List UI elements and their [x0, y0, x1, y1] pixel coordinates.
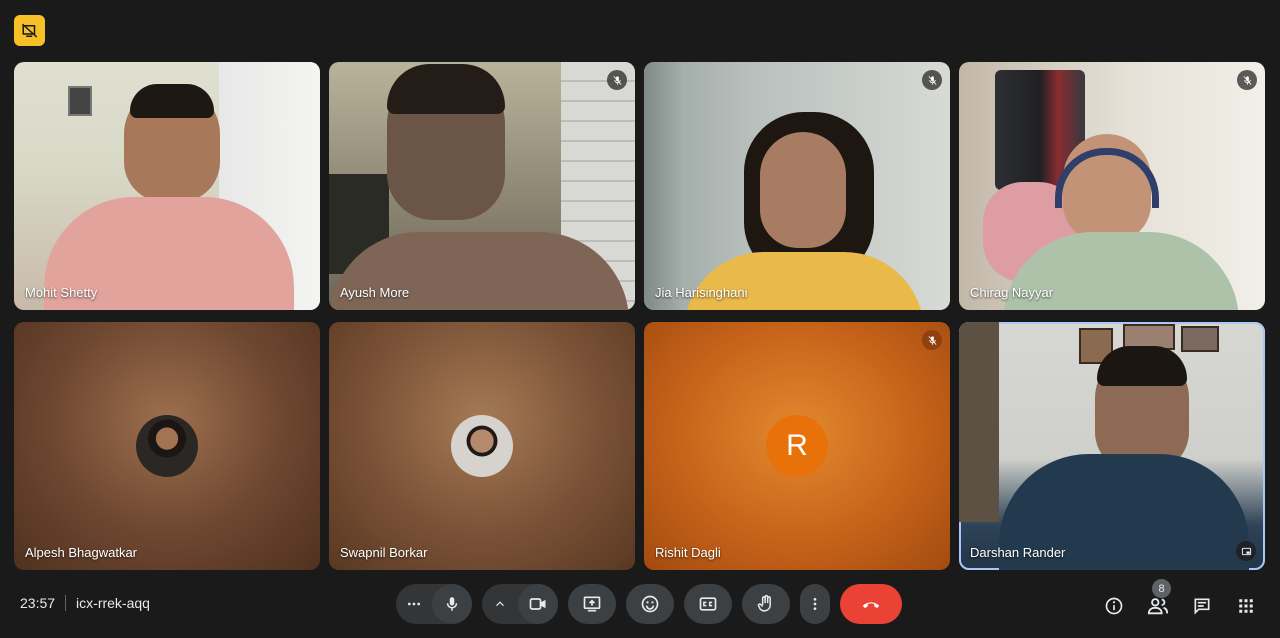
participant-grid: Mohit Shetty Ayush More Jia Harisinghani — [14, 62, 1266, 570]
picture-in-picture-icon[interactable] — [1236, 541, 1256, 561]
person-hair — [130, 84, 214, 118]
participant-name: Rishit Dagli — [655, 545, 721, 560]
participant-tile[interactable]: Ayush More — [329, 62, 635, 310]
chevron-up-icon[interactable] — [482, 584, 518, 624]
camera-icon[interactable] — [518, 584, 558, 624]
divider — [65, 595, 67, 611]
people-icon[interactable]: 8 — [1146, 579, 1171, 618]
activities-icon[interactable] — [1234, 594, 1258, 618]
wall-frame — [68, 86, 92, 116]
wall-frame — [1181, 326, 1219, 352]
meeting-code: icx-rrek-aqq — [76, 595, 150, 611]
mic-off-icon — [607, 70, 627, 90]
clock-time: 23:57 — [20, 595, 56, 611]
mic-off-icon — [922, 330, 942, 350]
participant-tile[interactable]: Chirag Nayyar — [959, 62, 1265, 310]
wall-panel — [644, 62, 686, 310]
chat-icon[interactable] — [1190, 594, 1214, 618]
hand-icon[interactable] — [742, 584, 790, 624]
captions-icon[interactable] — [684, 584, 732, 624]
participant-name: Ayush More — [340, 285, 410, 300]
vertical-more-icon[interactable] — [800, 584, 830, 624]
person-hair — [387, 64, 505, 114]
avatar-initial: R — [766, 415, 828, 477]
participant-name: Swapnil Borkar — [340, 545, 428, 560]
end-call-icon[interactable] — [840, 584, 902, 624]
microphone-icon[interactable] — [432, 584, 472, 624]
participant-tile[interactable]: Darshan Rander — [959, 322, 1265, 570]
mic-off-icon — [922, 70, 942, 90]
call-controls — [396, 584, 902, 624]
mic-off-icon — [1237, 70, 1257, 90]
avatar — [451, 415, 513, 477]
person-hair — [1097, 346, 1187, 386]
present-screen-icon[interactable] — [568, 584, 616, 624]
participant-tile[interactable]: Alpesh Bhagwatkar — [14, 322, 320, 570]
presentation-off-icon[interactable] — [14, 15, 45, 46]
participant-tile[interactable]: Jia Harisinghani — [644, 62, 950, 310]
participant-tile[interactable]: R Rishit Dagli — [644, 322, 950, 570]
side-panel-controls: 8 — [1102, 579, 1258, 618]
participant-tile[interactable]: Mohit Shetty — [14, 62, 320, 310]
participant-count-badge: 8 — [1152, 579, 1171, 598]
participant-name: Mohit Shetty — [25, 285, 98, 300]
participant-name: Jia Harisinghani — [655, 285, 748, 300]
bottom-bar: 23:57 icx-rrek-aqq 8 — [0, 579, 1280, 638]
participant-tile[interactable]: Swapnil Borkar — [329, 322, 635, 570]
meeting-info: 23:57 icx-rrek-aqq — [20, 595, 150, 611]
avatar — [136, 415, 198, 477]
video-controls — [482, 584, 558, 624]
info-icon[interactable] — [1102, 594, 1126, 618]
person-head — [760, 132, 846, 248]
participant-name: Chirag Nayyar — [970, 285, 1054, 300]
audio-controls — [396, 584, 472, 624]
participant-name: Darshan Rander — [970, 545, 1066, 560]
participant-name: Alpesh Bhagwatkar — [25, 545, 138, 560]
door — [959, 322, 999, 522]
person-body — [684, 252, 924, 310]
more-options-icon[interactable] — [396, 584, 432, 624]
emoji-icon[interactable] — [626, 584, 674, 624]
